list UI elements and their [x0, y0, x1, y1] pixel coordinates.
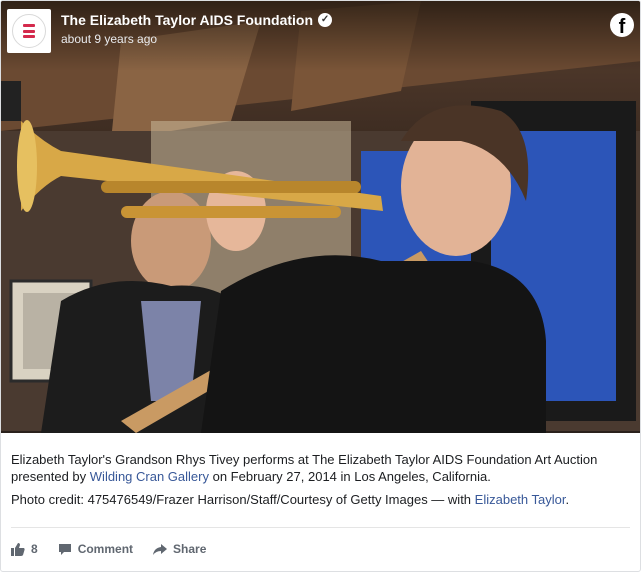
post-photo[interactable]: The Elizabeth Taylor AIDS Foundation ✓ a…	[1, 1, 640, 433]
page-name-link[interactable]: The Elizabeth Taylor AIDS Foundation	[61, 12, 313, 28]
page-name-row: The Elizabeth Taylor AIDS Foundation ✓	[61, 12, 333, 28]
share-label: Share	[173, 542, 207, 556]
thumbs-up-icon	[11, 542, 25, 556]
caption-text-end: on February 27, 2014 in Los Angeles, Cal…	[208, 469, 491, 484]
actions-divider	[11, 527, 630, 528]
tagged-person-link[interactable]: Elizabeth Taylor	[475, 492, 566, 507]
photo-credit-text: Photo credit: 475476549/Frazer Harrison/…	[11, 492, 475, 507]
post-actions: 8 Comment Share	[11, 537, 226, 561]
header-text: The Elizabeth Taylor AIDS Foundation ✓ a…	[61, 9, 333, 46]
comment-button[interactable]: Comment	[58, 542, 133, 556]
caption-paragraph: Elizabeth Taylor's Grandson Rhys Tivey p…	[11, 451, 627, 485]
comment-label: Comment	[77, 542, 134, 556]
like-count: 8	[31, 542, 38, 556]
photo-credit-paragraph: Photo credit: 475476549/Frazer Harrison/…	[11, 491, 627, 508]
share-arrow-icon	[153, 543, 168, 555]
comment-icon	[58, 543, 71, 555]
page-avatar[interactable]	[7, 9, 51, 53]
photo-credit-period: .	[565, 492, 570, 507]
like-button[interactable]: 8	[11, 542, 38, 556]
post-timestamp[interactable]: about 9 years ago	[61, 32, 332, 46]
facebook-icon[interactable]: f	[610, 13, 634, 37]
share-button[interactable]: Share	[153, 542, 206, 556]
logo-stripes-icon	[23, 24, 35, 38]
post-caption: Elizabeth Taylor's Grandson Rhys Tivey p…	[11, 451, 627, 508]
post-header: The Elizabeth Taylor AIDS Foundation ✓ a…	[7, 9, 636, 61]
foundation-logo	[12, 14, 46, 48]
verified-check-icon: ✓	[318, 13, 333, 27]
gallery-link[interactable]: Wilding Cran Gallery	[90, 469, 209, 484]
embedded-post-card: The Elizabeth Taylor AIDS Foundation ✓ a…	[0, 0, 641, 572]
